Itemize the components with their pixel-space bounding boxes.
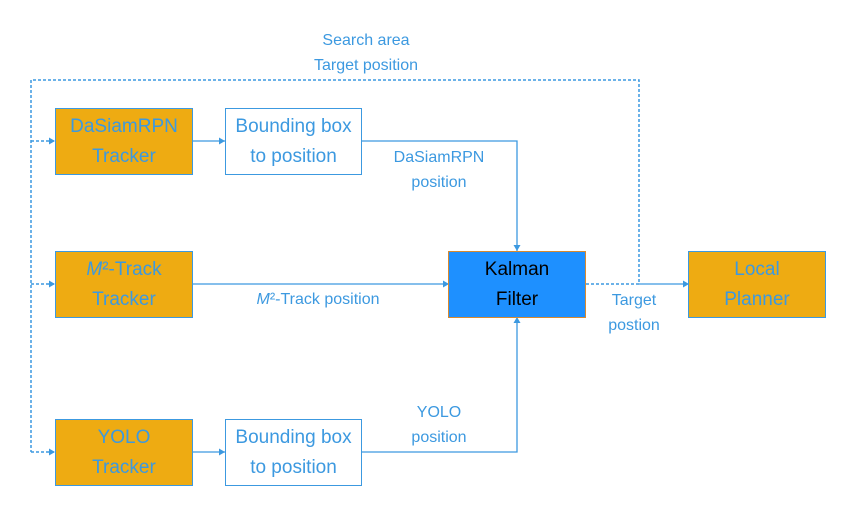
label-line: position [411,174,467,191]
node-line: Filter [495,288,539,310]
m2-position-rest: ²-Track position [269,291,380,308]
label-line: Target position [313,57,419,74]
bounding-box-top-node: Bounding box to position [225,108,362,175]
label-line: YOLO [416,404,462,421]
node-line: DaSiamRPN [70,115,178,137]
label-line: Target [611,292,657,309]
yolo-tracker-node: YOLO Tracker [55,419,193,486]
label-line: M²-Track position [238,287,398,312]
label-line: position [411,429,467,446]
node-line: Bounding box [235,426,352,448]
node-line: Planner [724,288,790,310]
node-line: M²-Track [86,255,161,285]
m2-track-tracker-node: M²-Track Tracker [55,251,193,318]
feedback-label: Search area Target position [286,28,446,78]
label-line: Search area [322,32,410,49]
node-line: Kalman [484,258,550,280]
node-line: Local [734,258,780,280]
node-line: Tracker [92,288,156,310]
node-line: to position [250,456,337,478]
dasiamrpn-tracker-node: DaSiamRPN Tracker [55,108,193,175]
m2-track-position-label: M²-Track position [238,287,398,312]
local-planner-node: Local Planner [688,251,826,318]
label-line: DaSiamRPN [393,149,485,166]
node-line: Tracker [92,456,156,478]
m2-rest: ²-Track [102,258,162,280]
target-position-label: Target postion [594,288,674,338]
m-italic: M [86,258,103,280]
node-line: Bounding box [235,115,352,137]
node-line: Tracker [92,145,156,167]
yolo-position-label: YOLO position [379,400,499,450]
m-italic: M [256,291,270,308]
kalman-filter-node: Kalman Filter [448,251,586,318]
node-line: YOLO [97,426,151,448]
node-line: to position [250,145,337,167]
label-line: postion [608,317,660,334]
bounding-box-bottom-node: Bounding box to position [225,419,362,486]
dasiamrpn-position-label: DaSiamRPN position [379,145,499,195]
